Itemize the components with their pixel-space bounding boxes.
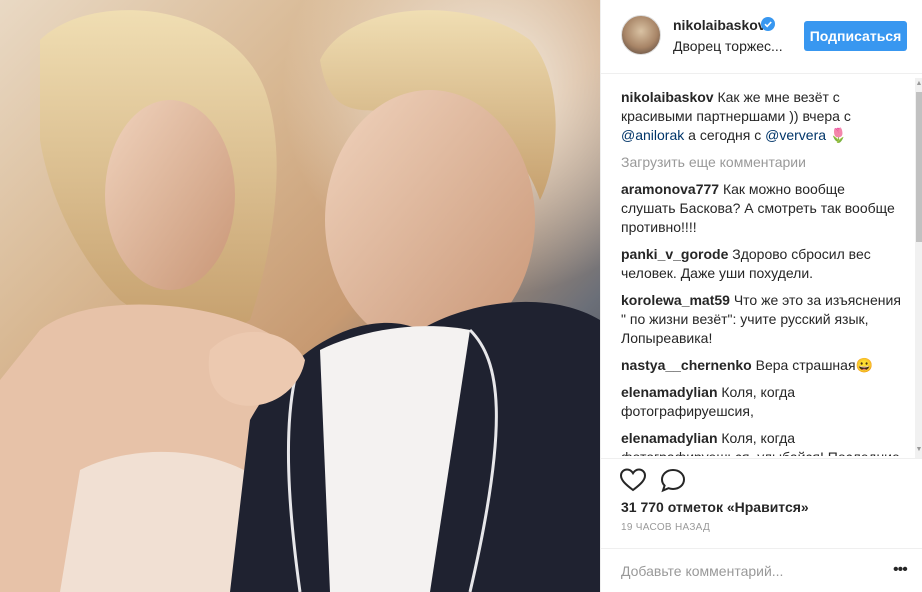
post-photo[interactable] bbox=[0, 0, 600, 592]
post-timestamp[interactable]: 19 ЧАСОВ НАЗАД bbox=[621, 522, 710, 533]
caption: nikolaibaskov Как же мне везёт с красивы… bbox=[621, 88, 901, 145]
post-header: nikolaibaskov Дворец торжес... Подписать… bbox=[601, 0, 922, 74]
comment-item: panki_v_gorode Здорово сбросил вес челов… bbox=[621, 245, 901, 283]
comment-item: elenamadylian Коля, когда фотографируешс… bbox=[621, 383, 901, 421]
comments-list: nikolaibaskov Как же мне везёт с красивы… bbox=[621, 88, 901, 456]
mention-link[interactable]: @ververa bbox=[765, 127, 826, 143]
comment-item: elenamadylian Коля, когда фотографируешь… bbox=[621, 429, 901, 456]
comment-text: Вера страшная😀 bbox=[751, 357, 873, 373]
follow-button[interactable]: Подписаться bbox=[804, 21, 907, 51]
post-side-panel: nikolaibaskov Дворец торжес... Подписать… bbox=[600, 0, 922, 592]
add-comment-input[interactable] bbox=[621, 562, 881, 580]
caption-username[interactable]: nikolaibaskov bbox=[621, 89, 714, 105]
comment-item: korolewa_mat59 Что же это за изъяснения … bbox=[621, 291, 901, 348]
avatar[interactable] bbox=[621, 15, 661, 55]
comment-username[interactable]: aramonova777 bbox=[621, 181, 719, 197]
scroll-up-icon[interactable]: ▲ bbox=[915, 80, 922, 90]
verified-badge-icon bbox=[761, 17, 775, 31]
load-more-comments-button[interactable]: Загрузить еще комментарии bbox=[621, 153, 901, 172]
comment-username[interactable]: nastya__chernenko bbox=[621, 357, 752, 373]
caption-text: 🌷 bbox=[826, 127, 848, 143]
post-photo-illustration bbox=[0, 0, 600, 592]
comment-username[interactable]: elenamadylian bbox=[621, 384, 718, 400]
comment-username[interactable]: elenamadylian bbox=[621, 430, 718, 446]
username-link[interactable]: nikolaibaskov bbox=[673, 17, 766, 33]
comments-scrollbar[interactable]: ▲ ▼ bbox=[915, 78, 922, 458]
post-actions bbox=[601, 458, 922, 498]
comment-item: nastya__chernenko Вера страшная😀 bbox=[621, 356, 901, 375]
location-link[interactable]: Дворец торжес... bbox=[673, 38, 783, 54]
add-comment-bar: ••• bbox=[601, 548, 922, 592]
comment-username[interactable]: korolewa_mat59 bbox=[621, 292, 730, 308]
comment-item: aramonova777 Как можно вообще слушать Ба… bbox=[621, 180, 901, 237]
mention-link[interactable]: @anilorak bbox=[621, 127, 684, 143]
comment-icon[interactable] bbox=[659, 467, 687, 493]
instagram-post-view: nikolaibaskov Дворец торжес... Подписать… bbox=[0, 0, 922, 592]
heart-icon[interactable] bbox=[619, 467, 647, 493]
scroll-thumb[interactable] bbox=[916, 92, 922, 242]
scroll-down-icon[interactable]: ▼ bbox=[915, 446, 922, 456]
comment-username[interactable]: panki_v_gorode bbox=[621, 246, 728, 262]
likes-count[interactable]: 31 770 отметок «Нравится» bbox=[621, 499, 809, 515]
more-options-icon[interactable]: ••• bbox=[893, 561, 908, 579]
caption-text: а сегодня с bbox=[684, 127, 766, 143]
